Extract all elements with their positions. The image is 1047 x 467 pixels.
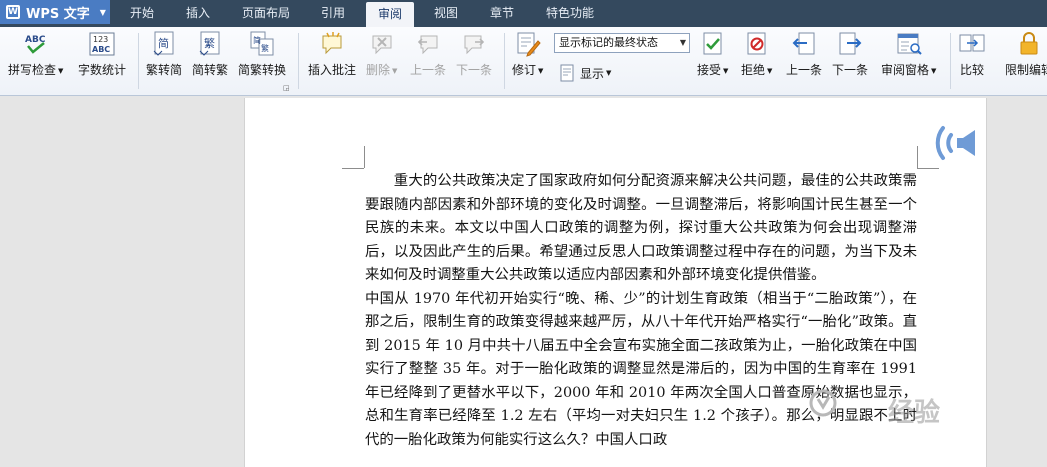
wps-logo-icon: W [6, 5, 20, 19]
accept-icon [700, 31, 726, 57]
spellcheck-label: 拼写检查 [8, 63, 57, 77]
track-changes-icon [515, 31, 541, 57]
reject-icon [744, 31, 770, 57]
crop-mark [342, 168, 364, 169]
tab-view[interactable]: 视图 [422, 0, 470, 27]
show-markup-icon [558, 64, 576, 82]
word-count-button[interactable]: 123 ABC 字数统计 [78, 31, 126, 78]
svg-text:繁: 繁 [261, 43, 269, 53]
word-count-icon: 123 ABC [89, 31, 115, 57]
chevron-down-icon: ▼ [392, 66, 398, 75]
accept-label: 接受 [697, 63, 722, 77]
to-simplified-label: 繁转简 [146, 63, 183, 77]
prev-comment-label: 上一条 [410, 63, 447, 77]
reject-button[interactable]: 拒绝 ▼ [741, 31, 772, 78]
watermark-logo: 经验 [809, 385, 940, 429]
to-traditional-label: 简转繁 [192, 63, 229, 77]
tab-special-features[interactable]: 特色功能 [534, 0, 606, 27]
speaker-icon[interactable] [935, 118, 983, 166]
ribbon-separator [504, 33, 505, 89]
tab-insert[interactable]: 插入 [174, 0, 222, 27]
app-menu-button[interactable]: W WPS 文字 ▼ [0, 0, 110, 24]
compare-icon [959, 31, 985, 57]
prev-change-label: 上一条 [786, 63, 823, 77]
lock-icon [1016, 31, 1042, 57]
delete-comment-label: 删除 [366, 63, 391, 77]
tab-references[interactable]: 引用 [308, 0, 358, 27]
svg-text:简: 简 [158, 36, 169, 50]
compare-label: 比较 [959, 63, 984, 77]
menu-bar: W WPS 文字 ▼ 开始 插入 页面布局 引用 审阅 视图 章节 特色功能 [0, 0, 1047, 27]
app-name: WPS 文字 [26, 6, 90, 22]
next-change-button[interactable]: 下一条 [832, 31, 868, 78]
crop-mark [364, 146, 365, 168]
chevron-down-icon: ▼ [767, 66, 773, 75]
prev-change-icon [791, 31, 817, 57]
track-changes-label: 修订 [512, 63, 537, 77]
to-traditional-icon: 繁 [197, 31, 223, 57]
tab-review[interactable]: 审阅 [366, 2, 414, 27]
review-ribbon: ABC 拼写检查 ▼ 123 ABC 字数统计 简 繁转简 繁 简转繁 简 繁 … [0, 27, 1047, 96]
review-pane-button[interactable]: 审阅窗格 ▼ [881, 31, 936, 78]
convert-button[interactable]: 简繁 简繁转换 [238, 31, 286, 78]
markup-display-value: 显示标记的最终状态 [559, 36, 658, 49]
to-traditional-button[interactable]: 繁 简转繁 [192, 31, 228, 78]
reject-label: 拒绝 [741, 63, 766, 77]
accept-button[interactable]: 接受 ▼ [697, 31, 728, 78]
to-simplified-button[interactable]: 简 繁转简 [146, 31, 182, 78]
next-comment-icon [461, 31, 487, 57]
review-pane-icon [896, 31, 922, 57]
svg-text:123: 123 [93, 35, 108, 44]
to-simplified-icon: 简 [151, 31, 177, 57]
review-pane-label: 审阅窗格 [881, 63, 930, 77]
svg-text:简: 简 [253, 35, 261, 45]
watermark-text: 经验 [887, 398, 940, 428]
chevron-down-icon: ▼ [606, 69, 612, 77]
spellcheck-button[interactable]: ABC 拼写检查 ▼ [8, 31, 63, 78]
prev-comment-button[interactable]: 上一条 [410, 31, 446, 78]
chevron-down-icon: ▼ [931, 66, 937, 75]
insert-comment-icon [319, 31, 345, 57]
convert-icon: 简繁 [249, 31, 275, 57]
prev-comment-icon [415, 31, 441, 57]
svg-text:繁: 繁 [204, 36, 215, 50]
convert-label: 简繁转换 [238, 63, 287, 77]
crop-mark [917, 146, 918, 168]
spellcheck-icon: ABC [23, 31, 49, 57]
tab-chapter[interactable]: 章节 [478, 0, 526, 27]
insert-comment-label: 插入批注 [308, 63, 357, 77]
wps-writer-window: W WPS 文字 ▼ 开始 插入 页面布局 引用 审阅 视图 章节 特色功能 A… [0, 0, 1047, 467]
chevron-down-icon: ▼ [58, 66, 64, 75]
delete-comment-button[interactable]: 删除 ▼ [366, 31, 397, 78]
paragraph-abstract: 重大的公共政策决定了国家政府如何分配资源来解决公共问题，最佳的公共政策需要跟随内… [365, 173, 917, 283]
ribbon-separator [138, 33, 139, 89]
svg-text:ABC: ABC [92, 45, 110, 54]
restrict-editing-label: 限制编辑 [1005, 63, 1047, 77]
compare-button[interactable]: 比较 [959, 31, 985, 78]
insert-comment-button[interactable]: 插入批注 [308, 31, 356, 78]
chevron-down-icon: ▼ [99, 7, 106, 17]
show-markup-button[interactable]: 显示 ▼ [558, 64, 611, 82]
next-change-icon [837, 31, 863, 57]
ribbon-separator [950, 33, 951, 89]
word-count-label: 字数统计 [78, 63, 127, 77]
chevron-down-icon: ▼ [723, 66, 729, 75]
chevron-down-icon: ▼ [679, 38, 686, 47]
next-comment-button[interactable]: 下一条 [456, 31, 492, 78]
restrict-editing-button[interactable]: 限制编辑 [1005, 31, 1047, 78]
prev-change-button[interactable]: 上一条 [786, 31, 822, 78]
tab-page-layout[interactable]: 页面布局 [232, 0, 300, 27]
next-comment-label: 下一条 [456, 63, 493, 77]
track-changes-button[interactable]: 修订 ▼ [512, 31, 543, 78]
delete-comment-icon [369, 31, 395, 57]
tab-home[interactable]: 开始 [118, 0, 166, 27]
document-page[interactable]: 重大的公共政策决定了国家政府如何分配资源来解决公共问题，最佳的公共政策需要跟随内… [244, 98, 987, 467]
show-markup-label: 显示 [580, 66, 605, 81]
chevron-down-icon: ▼ [538, 66, 544, 75]
dialog-launcher-icon[interactable]: ◲ [283, 84, 290, 92]
next-change-label: 下一条 [832, 63, 869, 77]
crop-mark [917, 168, 939, 169]
ribbon-separator [298, 33, 299, 89]
markup-display-select[interactable]: 显示标记的最终状态 ▼ [554, 33, 690, 53]
